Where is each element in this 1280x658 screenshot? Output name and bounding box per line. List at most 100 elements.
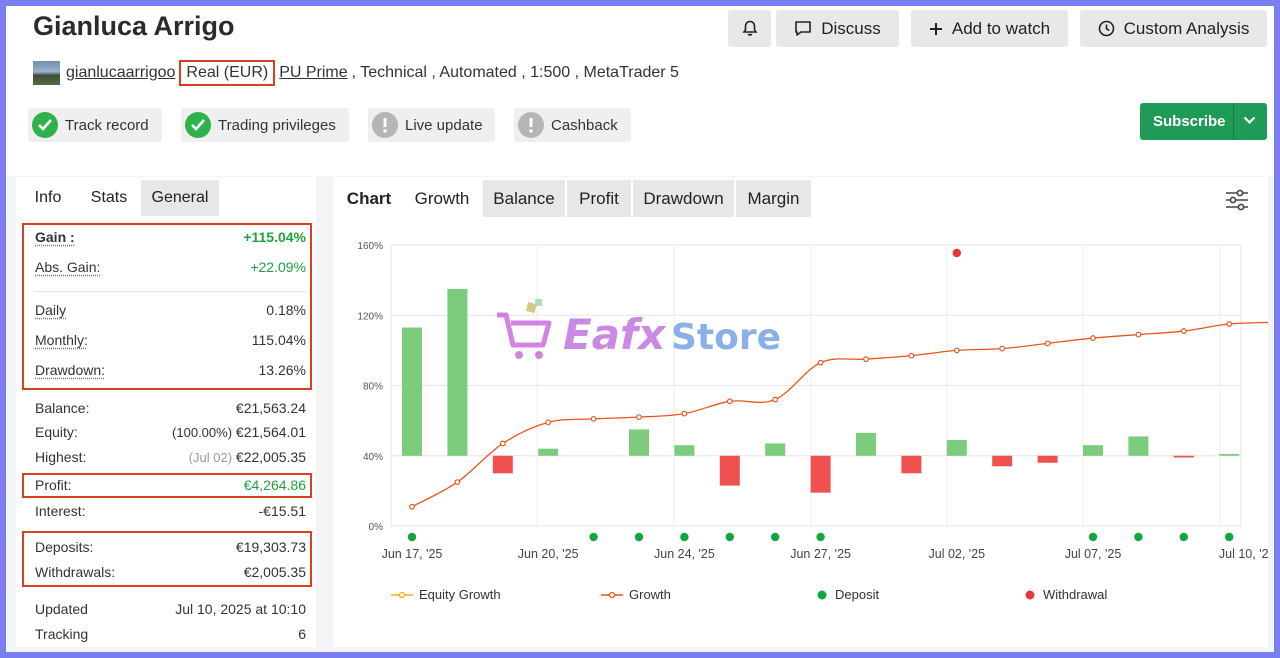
badge-track-record[interactable]: Track record <box>28 108 162 142</box>
divider <box>35 291 306 292</box>
stat-label: Monthly: <box>35 332 88 348</box>
stat-daily: Daily 0.18% <box>35 302 306 322</box>
growth-point <box>953 347 960 354</box>
badge-cashback[interactable]: Cashback <box>514 108 631 142</box>
window: Gianluca Arrigo Discuss Add to watch Cus… <box>6 6 1274 652</box>
badge-trading-privileges[interactable]: Trading privileges <box>181 108 349 142</box>
stat-label: Updated <box>35 601 88 617</box>
chevron-down-icon[interactable] <box>1243 116 1256 125</box>
stat-label: Abs. Gain: <box>35 259 101 275</box>
page-title: Gianluca Arrigo <box>33 11 235 41</box>
growth-point <box>636 414 642 421</box>
notify-button[interactable] <box>728 10 771 47</box>
check-icon <box>185 112 211 138</box>
growth-point <box>590 415 597 422</box>
bar-negative <box>1173 455 1194 458</box>
plus-icon <box>929 22 942 35</box>
growth-point <box>499 440 506 447</box>
equity-amount: €21,564.01 <box>235 424 306 440</box>
bar-negative <box>901 455 922 474</box>
growth-line-series <box>409 321 1268 510</box>
stat-value: (100.00%) €21,564.01 <box>172 424 306 440</box>
subscribe-divider <box>1233 103 1234 140</box>
x-tick-label: Jun 27, '25 <box>790 547 851 561</box>
stat-label: Equity: <box>35 424 78 440</box>
growth-point <box>454 479 461 485</box>
x-tick-label: Jul 02, '25 <box>929 547 986 561</box>
exclamation-icon <box>372 112 398 138</box>
legend-label: Deposit <box>835 587 880 602</box>
badge-label: Trading privileges <box>218 116 336 134</box>
growth-point <box>772 396 779 403</box>
bar-negative <box>992 455 1013 467</box>
subscribe-label: Subscribe <box>1153 113 1226 130</box>
account-meta: gianlucaarrigoo Real (EUR) PU Prime , Te… <box>33 59 679 87</box>
deposit-marker <box>816 532 825 542</box>
stat-label: Gain : <box>35 229 75 245</box>
account-type: Real (EUR) <box>179 60 276 86</box>
username-link[interactable]: gianlucaarrigoo <box>66 64 175 82</box>
stat-withdrawals: Withdrawals: €2,005.35 <box>35 564 306 584</box>
growth-point <box>726 398 733 405</box>
stat-value: +115.04% <box>243 229 306 245</box>
y-axis-labels: 0% 40% 80% 120% 160% <box>357 241 383 533</box>
tab-stats[interactable]: Stats <box>78 180 140 216</box>
legend-deposit[interactable]: Deposit <box>815 587 879 602</box>
stat-gain: Gain : +115.04% <box>35 229 306 249</box>
check-icon <box>32 112 58 138</box>
stat-profit: Profit: €4,264.86 <box>35 477 306 497</box>
tab-general[interactable]: General <box>141 180 219 216</box>
stat-value: +22.09% <box>250 259 306 275</box>
stat-value: 115.04% <box>251 332 306 348</box>
growth-point <box>409 503 415 510</box>
legend-growth[interactable]: Growth <box>601 587 671 602</box>
stat-label: Withdrawals: <box>35 564 116 580</box>
deposit-marker <box>1088 532 1098 542</box>
stat-value: €21,563.24 <box>235 400 306 416</box>
custom-analysis-button[interactable]: Custom Analysis <box>1080 10 1267 47</box>
discuss-button[interactable]: Discuss <box>776 10 899 47</box>
chat-icon <box>795 21 812 36</box>
deposit-marker <box>1225 532 1234 542</box>
legend-withdrawal[interactable]: Withdrawal <box>1023 587 1107 602</box>
stat-value: €4,264.86 <box>243 477 306 493</box>
x-tick-label: Jun 24, '25 <box>654 547 715 561</box>
tab-info[interactable]: Info <box>20 180 76 216</box>
bar-positive <box>447 288 468 456</box>
growth-point <box>1090 335 1096 341</box>
growth-point <box>1135 331 1142 338</box>
y-tick-label: 160% <box>357 241 383 252</box>
stat-drawdown: Drawdown: 13.26% <box>35 362 306 382</box>
legend-equity-growth[interactable]: Equity Growth <box>391 587 501 602</box>
bar-positive <box>765 443 786 456</box>
y-tick-label: 80% <box>363 382 383 393</box>
growth-chart: 0%40%80%120%160% Jun 17, '25 Jun 20, '25 J… <box>357 241 1268 561</box>
growth-point <box>863 356 869 363</box>
growth-point <box>1180 328 1187 334</box>
stat-interest: Interest: -€15.51 <box>35 503 306 523</box>
badge-live-update[interactable]: Live update <box>368 108 495 142</box>
stat-monthly: Monthly: 115.04% <box>35 332 306 352</box>
broker-link[interactable]: PU Prime <box>279 64 347 82</box>
stat-value: €19,303.73 <box>235 539 306 555</box>
bar-positive <box>1219 453 1240 456</box>
cart-wheel <box>515 351 523 359</box>
stat-label: Drawdown: <box>35 362 106 378</box>
growth-point <box>1044 340 1051 347</box>
subscribe-button[interactable]: Subscribe <box>1140 103 1267 140</box>
stat-equity: Equity: (100.00%) €21,564.01 <box>35 424 306 444</box>
add-to-watch-button[interactable]: Add to watch <box>911 10 1068 47</box>
eafx-logo: Eafx Store <box>497 299 781 359</box>
cart-wheel <box>535 351 543 359</box>
x-tick-label: Jun 17, '25 <box>382 547 443 561</box>
legend-growth-icon <box>601 591 623 598</box>
legend-deposit-icon <box>817 590 827 599</box>
clock-icon <box>1098 20 1114 37</box>
stat-label: Profit: <box>35 477 72 493</box>
legend-label: Equity Growth <box>419 587 501 602</box>
bar-negative <box>492 455 513 474</box>
badge-label: Cashback <box>551 116 618 134</box>
legend-withdrawal-icon <box>1025 590 1035 599</box>
x-tick-label: Jul 07, '25 <box>1065 547 1122 561</box>
stat-value: €2,005.35 <box>243 564 306 580</box>
